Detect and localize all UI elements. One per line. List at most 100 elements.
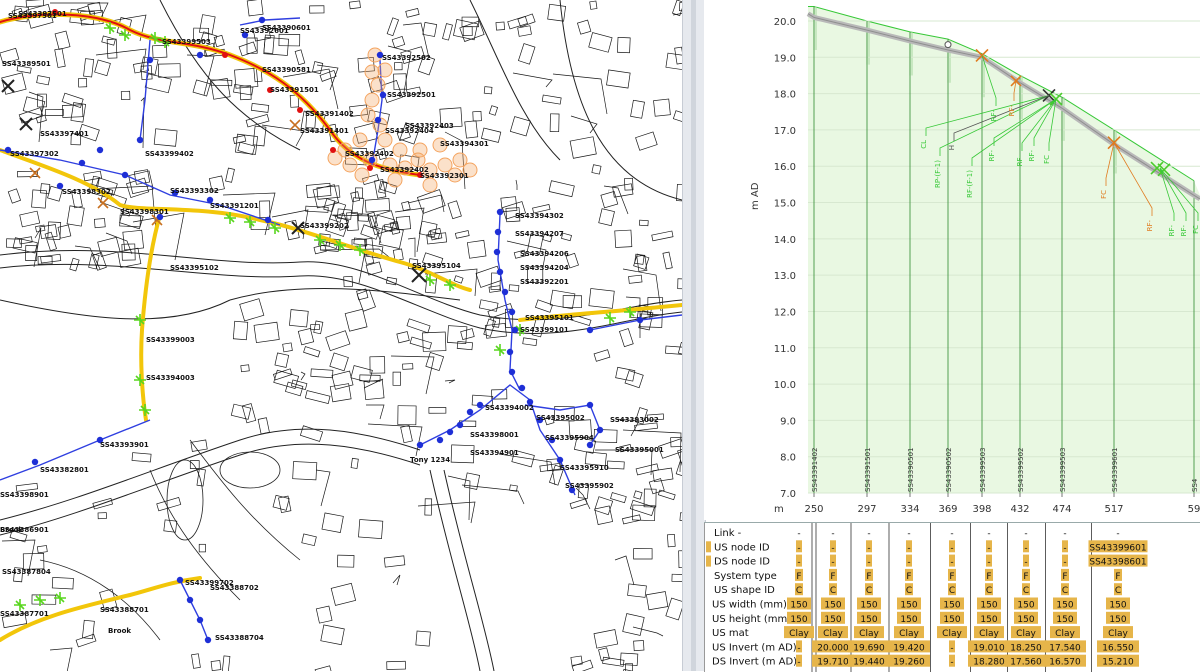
field-boundary bbox=[444, 379, 456, 384]
marker-label: RF- bbox=[1146, 220, 1154, 232]
parcel bbox=[292, 461, 318, 481]
field-boundary bbox=[315, 469, 331, 507]
parcel bbox=[40, 253, 62, 264]
parcel bbox=[454, 230, 470, 239]
grid-cell: Clay bbox=[1016, 629, 1036, 639]
profile-node-id: SS43399502 bbox=[1017, 447, 1025, 492]
parcel bbox=[453, 275, 464, 284]
node bbox=[476, 401, 484, 409]
grid-cell: 20.000 bbox=[817, 643, 849, 653]
field-boundary bbox=[622, 268, 662, 312]
parcel bbox=[190, 439, 208, 452]
splitter-handle[interactable] bbox=[691, 0, 696, 671]
section-data-grid[interactable]: Link - US node ID DS node ID System type US … bbox=[704, 522, 1200, 672]
parcel bbox=[289, 309, 309, 328]
node bbox=[508, 368, 516, 376]
grid-cell: - bbox=[1063, 543, 1066, 553]
parcel bbox=[239, 298, 265, 322]
parcel bbox=[645, 591, 669, 611]
parcel bbox=[77, 77, 88, 88]
grid-cell: - bbox=[867, 543, 870, 553]
parcel bbox=[358, 519, 384, 540]
parcel bbox=[589, 0, 598, 10]
parcel bbox=[309, 5, 325, 14]
parcel bbox=[221, 655, 231, 671]
parcel bbox=[310, 368, 334, 379]
grid-cell: - bbox=[797, 558, 800, 568]
node bbox=[264, 216, 272, 224]
parcel bbox=[330, 582, 357, 606]
field-boundary bbox=[363, 378, 384, 389]
node bbox=[96, 146, 104, 154]
x-tick-label: 432 bbox=[1010, 504, 1029, 515]
parcel bbox=[329, 352, 349, 372]
parcel bbox=[495, 21, 505, 31]
parcel bbox=[549, 113, 560, 133]
grid-cell: Clay bbox=[942, 629, 962, 639]
node bbox=[446, 428, 454, 436]
grid-cell: F bbox=[830, 572, 835, 582]
grid-cell: - bbox=[797, 643, 800, 653]
parcel bbox=[54, 48, 66, 68]
parcel bbox=[522, 337, 538, 346]
map-node-label: SS43394901 bbox=[470, 449, 519, 457]
profile-canvas[interactable]: CL RP-(F-1) H RF-(F-1) RF- RF- RF- RF- RF- FC FC RF… bbox=[704, 0, 1200, 520]
y-tick-label: 13.0 bbox=[774, 271, 796, 282]
parcel bbox=[588, 32, 613, 53]
marker-label: RF- bbox=[1180, 225, 1188, 237]
parcel bbox=[191, 653, 201, 669]
marker-label: FC bbox=[1043, 155, 1051, 164]
parcel bbox=[577, 19, 592, 35]
y-axis-label: m AD bbox=[750, 182, 761, 210]
node bbox=[436, 436, 444, 444]
node bbox=[466, 408, 474, 416]
halo bbox=[387, 172, 403, 188]
field-boundary bbox=[402, 22, 430, 59]
marker-label: RF- bbox=[988, 150, 996, 162]
parcel bbox=[628, 274, 643, 284]
map-node-label: SS43398302 bbox=[62, 188, 111, 196]
parcel bbox=[622, 613, 645, 636]
parcel bbox=[320, 624, 345, 646]
field-boundary bbox=[417, 501, 476, 524]
parcel bbox=[158, 63, 181, 78]
parcel bbox=[36, 545, 48, 554]
marker-label: FC bbox=[1192, 225, 1200, 234]
map-node-label: SS43390581 bbox=[262, 66, 311, 74]
parcel bbox=[593, 629, 619, 649]
parcel bbox=[313, 320, 324, 335]
marker-label: RF- bbox=[990, 110, 998, 122]
red-node bbox=[222, 52, 228, 58]
map-node-label: SS43389501 bbox=[2, 60, 51, 68]
grid-cell: - bbox=[1024, 543, 1027, 553]
pane-splitter[interactable] bbox=[682, 0, 706, 671]
sewer-trunk bbox=[0, 11, 682, 642]
grid-cell: 150 bbox=[1056, 601, 1073, 611]
parcel bbox=[517, 25, 532, 37]
halo bbox=[370, 77, 386, 93]
y-tick-label: 10.0 bbox=[774, 380, 796, 391]
map-canvas[interactable]: SS43397501SS43399503SS43390601SS43390581… bbox=[0, 0, 682, 671]
halo bbox=[352, 132, 368, 148]
long-section-profile[interactable]: CL RP-(F-1) H RF-(F-1) RF- RF- RF- RF- RF- FC FC RF… bbox=[704, 0, 1200, 520]
field-boundary bbox=[614, 555, 635, 586]
map-node-label: SS43393302 bbox=[170, 187, 219, 195]
parcel bbox=[393, 73, 407, 90]
map-view[interactable]: SS43397501 SS43399503 SS43390601 SS43390581… bbox=[0, 0, 682, 671]
grid-cell: C bbox=[866, 586, 872, 596]
profile-node-id: SS43399503 bbox=[1059, 447, 1067, 492]
halo bbox=[364, 92, 380, 108]
marker-label: RP-(F-1) bbox=[934, 160, 942, 188]
parcel bbox=[622, 514, 642, 525]
map-node-label: SS43395101 bbox=[525, 314, 574, 322]
grid-cells[interactable]: ---FC150150Clay-----FC150150Clay20.00019… bbox=[784, 529, 1148, 668]
field-boundary bbox=[316, 64, 339, 91]
grid-canvas[interactable]: Link - US node ID DS node ID System type US … bbox=[704, 523, 1200, 672]
parcel bbox=[570, 655, 583, 666]
map-node-label: SS43387701 bbox=[0, 610, 49, 618]
grid-cell: C bbox=[1115, 586, 1121, 596]
grid-cell: C bbox=[830, 586, 836, 596]
parcel bbox=[509, 116, 531, 137]
parcel bbox=[409, 336, 432, 350]
parcel bbox=[210, 660, 222, 671]
